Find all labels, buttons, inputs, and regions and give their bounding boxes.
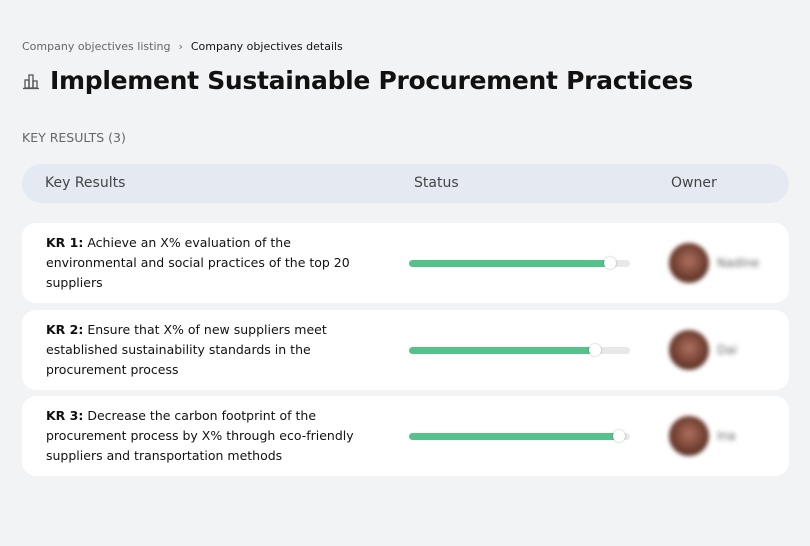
owner-name: Ina [717,429,736,443]
key-result-text: KR 2: Ensure that X% of new suppliers me… [46,320,366,380]
progress-bar[interactable] [409,344,630,356]
header-owner: Owner [671,175,717,191]
avatar [669,416,709,456]
key-result-text: KR 1: Achieve an X% evaluation of the en… [46,233,366,293]
owner-name: Nadine [717,256,760,270]
avatar [669,330,709,370]
owner[interactable]: Nadine [669,243,759,283]
breadcrumb-link-listing[interactable]: Company objectives listing [22,40,170,53]
kr-description: Decrease the carbon footprint of the pro… [46,408,354,463]
progress-fill [409,257,617,269]
owner[interactable]: Ina [669,416,736,456]
progress-handle[interactable] [604,257,617,269]
key-result-text: KR 3: Decrease the carbon footprint of t… [46,406,366,466]
table-row[interactable]: KR 3: Decrease the carbon footprint of t… [22,396,789,476]
kr-description: Achieve an X% evaluation of the environm… [46,235,350,290]
progress-bar[interactable] [409,257,630,269]
breadcrumb: Company objectives listing › Company obj… [22,40,343,53]
owner-name: Dai [717,343,737,357]
header-status: Status [414,175,459,191]
progress-fill [409,344,601,356]
table-row[interactable]: KR 1: Achieve an X% evaluation of the en… [22,223,789,303]
kr-label: KR 3: [46,408,84,423]
header-key-results: Key Results [45,175,126,191]
progress-bar[interactable] [409,430,630,442]
key-results-count: KEY RESULTS (3) [22,130,126,145]
buildings-icon [23,73,39,89]
kr-label: KR 1: [46,235,84,250]
kr-label: KR 2: [46,322,84,337]
page-header: Implement Sustainable Procurement Practi… [22,66,693,95]
kr-description: Ensure that X% of new suppliers meet est… [46,322,327,377]
progress-handle[interactable] [588,344,601,356]
breadcrumb-current: Company objectives details [190,40,343,53]
table-row[interactable]: KR 2: Ensure that X% of new suppliers me… [22,310,789,390]
owner[interactable]: Dai [669,330,737,370]
progress-fill [409,430,625,442]
breadcrumb-separator: › [178,40,183,53]
table-header: Key Results Status Owner [22,164,789,203]
page-title: Implement Sustainable Procurement Practi… [50,66,693,95]
progress-handle[interactable] [612,430,625,442]
avatar [669,243,709,283]
